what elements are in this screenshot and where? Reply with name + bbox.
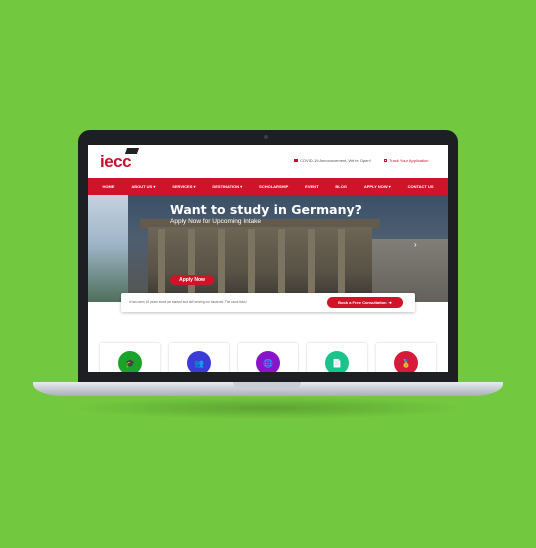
track-application-link[interactable]: Track Your Application [384, 158, 428, 163]
apply-now-button[interactable]: Apply Now [170, 275, 214, 285]
laptop-lid: iecc COVID-19 Announcement, We're Open! … [78, 130, 458, 382]
hero-side-image [88, 195, 128, 302]
laptop-base [33, 382, 503, 396]
consultation-bar: It has been 16 years since we started an… [121, 293, 415, 312]
site-header: iecc COVID-19 Announcement, We're Open! … [88, 145, 448, 178]
service-card[interactable]: 📄 [307, 343, 367, 372]
book-consultation-label: Book a Free Consultation [338, 300, 387, 305]
nav-home[interactable]: HOME [102, 184, 114, 189]
laptop-screen: iecc COVID-19 Announcement, We're Open! … [88, 145, 448, 372]
globe-icon: 🌐 [256, 351, 280, 372]
service-cards: 🎓 👥 🌐 📄 🏅 [100, 343, 436, 372]
nav-apply-now[interactable]: APPLY NOW ▾ [364, 184, 391, 189]
graduation-icon: 🎓 [118, 351, 142, 372]
covid-notice-text: COVID-19 Announcement, We're Open! [300, 158, 371, 163]
arrow-right-icon: ➜ [388, 300, 392, 305]
logo-text: iecc [100, 152, 132, 171]
nav-event[interactable]: EVENT [305, 184, 318, 189]
nav-contact-us[interactable]: CONTACT US [408, 184, 434, 189]
graduation-cap-icon [124, 148, 140, 154]
announcement-icon [294, 159, 298, 162]
users-icon: 👥 [187, 351, 211, 372]
award-icon: 🏅 [394, 351, 418, 372]
main-nav: HOME ABOUT US ▾ SERVICES ▾ DESTINATION ▾… [88, 178, 448, 195]
site-logo[interactable]: iecc [100, 148, 140, 172]
nav-scholarship[interactable]: SCHOLARSHIP [259, 184, 288, 189]
track-icon [384, 159, 387, 162]
service-card[interactable]: 🎓 [100, 343, 160, 372]
service-card[interactable]: 🏅 [376, 343, 436, 372]
nav-destination[interactable]: DESTINATION ▾ [212, 184, 242, 189]
hero-subtitle: Apply Now for Upcoming Intake [170, 218, 262, 225]
service-card[interactable]: 🌐 [238, 343, 298, 372]
webcam [264, 135, 268, 139]
track-application-text: Track Your Application [389, 158, 429, 163]
nav-services[interactable]: SERVICES ▾ [172, 184, 195, 189]
nav-blog[interactable]: BLOG [335, 184, 347, 189]
nav-about-us[interactable]: ABOUT US ▾ [131, 184, 155, 189]
book-consultation-button[interactable]: Book a Free Consultation ➜ [327, 297, 403, 308]
slider-next-icon[interactable]: › [414, 240, 417, 249]
covid-notice[interactable]: COVID-19 Announcement, We're Open! [294, 158, 371, 163]
consultation-text: It has been 16 years since we started an… [129, 300, 247, 304]
hero-title: Want to study in Germany? [170, 202, 362, 217]
laptop-notch [233, 382, 301, 388]
document-icon: 📄 [325, 351, 349, 372]
service-card[interactable]: 👥 [169, 343, 229, 372]
laptop-shadow [70, 397, 466, 419]
hero-banner: Want to study in Germany? Apply Now for … [88, 195, 448, 302]
